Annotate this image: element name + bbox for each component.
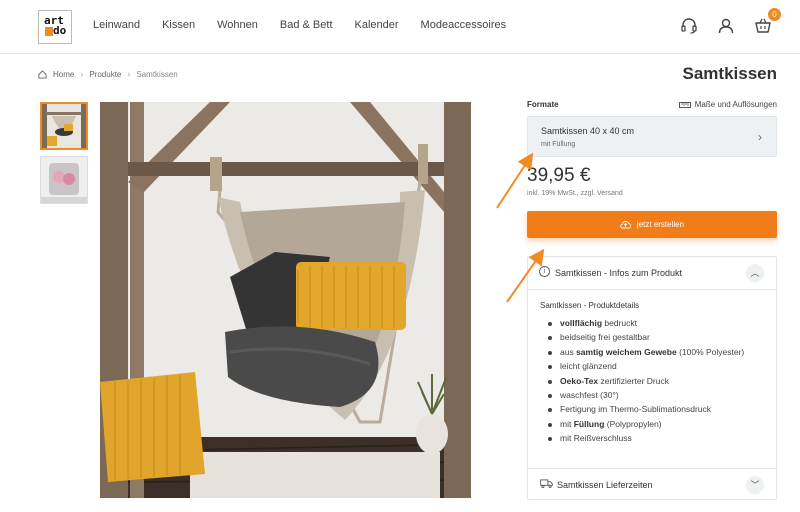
breadcrumb: Home › Produkte › Samtkissen <box>38 69 178 79</box>
arrow-to-format <box>496 152 534 209</box>
format-selector[interactable]: Samtkissen 40 x 40 cm mit Füllung › <box>527 116 777 157</box>
formats-label: Formate <box>527 100 559 109</box>
cart-icon[interactable] <box>754 17 772 35</box>
nav-item-leinwand[interactable]: Leinwand <box>93 19 140 31</box>
thumbnail-pillow[interactable] <box>40 156 88 204</box>
create-now-label: jetzt erstellen <box>636 220 685 229</box>
logo-accent <box>45 26 53 36</box>
product-info-header[interactable]: i Samtkissen - Infos zum Produkt ︿ <box>528 257 776 290</box>
list-item: mit Reißverschluss <box>548 431 744 445</box>
chevron-right-icon: › <box>127 69 131 79</box>
nav-item-bad-bett[interactable]: Bad & Bett <box>280 19 333 31</box>
list-item: Fertigung im Thermo-Sublimationsdruck <box>548 402 744 416</box>
logo-line2: do <box>53 24 67 37</box>
price-note: inkl. 19% MwSt., zzgl. Versand <box>527 190 623 197</box>
logo[interactable]: art do <box>38 10 72 44</box>
delivery-times-title: Samtkissen Lieferzeiten <box>557 480 653 490</box>
truck-icon <box>540 479 553 488</box>
format-selected-sub: mit Füllung <box>541 141 576 148</box>
details-list: vollflächig bedruckt beidseitig frei ges… <box>548 316 744 446</box>
page-title: Samtkissen <box>682 64 778 83</box>
nav-item-modeaccessoires[interactable]: Modeaccessoires <box>421 19 507 31</box>
create-now-button[interactable]: jetzt erstellen <box>527 211 777 238</box>
list-item: mit Füllung (Polypropylen) <box>548 417 744 431</box>
chevron-right-icon: › <box>758 130 762 144</box>
list-item: vollflächig bedruckt <box>548 316 744 330</box>
nav-item-kissen[interactable]: Kissen <box>162 19 195 31</box>
list-item: leicht glänzend <box>548 359 744 373</box>
ruler-icon <box>678 101 691 108</box>
list-item: Oeko-Tex zertifizierter Druck <box>548 374 744 388</box>
headset-icon[interactable] <box>680 17 698 35</box>
price-value: 39,95 € <box>527 165 591 186</box>
site-header: art do Leinwand Kissen Wohnen Bad & Bett… <box>0 0 800 54</box>
nav-item-kalender[interactable]: Kalender <box>355 19 399 31</box>
dimensions-link[interactable]: Maße und Auflösungen <box>678 100 777 109</box>
chevron-down-icon[interactable]: ﹀ <box>746 476 764 494</box>
chevron-up-icon[interactable]: ︿ <box>746 264 764 282</box>
breadcrumb-home[interactable]: Home <box>53 70 74 79</box>
chevron-right-icon: › <box>80 69 84 79</box>
list-item: aus samtig weichem Gewebe (100% Polyeste… <box>548 345 744 359</box>
cart-count-badge: 0 <box>768 8 781 21</box>
info-icon: i <box>539 266 550 277</box>
product-main-image[interactable] <box>100 102 471 498</box>
main-nav: Leinwand Kissen Wohnen Bad & Bett Kalend… <box>93 19 528 31</box>
user-icon[interactable] <box>717 17 735 35</box>
thumbnail-hammock-image <box>42 104 86 148</box>
home-icon <box>38 69 47 79</box>
hammock-scene-image <box>100 102 471 498</box>
details-title: Samtkissen - Produktdetails <box>540 301 640 310</box>
list-item: beidseitig frei gestaltbar <box>548 330 744 344</box>
thumbnail-pillow-image <box>41 157 87 203</box>
nav-item-wohnen[interactable]: Wohnen <box>217 19 258 31</box>
format-selected-name: Samtkissen 40 x 40 cm <box>541 126 635 136</box>
breadcrumb-current: Samtkissen <box>136 69 178 79</box>
product-info-title: Samtkissen - Infos zum Produkt <box>555 268 683 278</box>
product-info-accordion: i Samtkissen - Infos zum Produkt ︿ Samtk… <box>527 256 777 500</box>
breadcrumb-products[interactable]: Produkte <box>89 70 121 79</box>
cloud-upload-icon <box>620 220 631 229</box>
delivery-times-header[interactable]: Samtkissen Lieferzeiten ﹀ <box>528 468 776 500</box>
list-item: waschfest (30°) <box>548 388 744 402</box>
dimensions-link-label: Maße und Auflösungen <box>694 100 777 109</box>
thumbnail-hammock[interactable] <box>40 102 88 150</box>
